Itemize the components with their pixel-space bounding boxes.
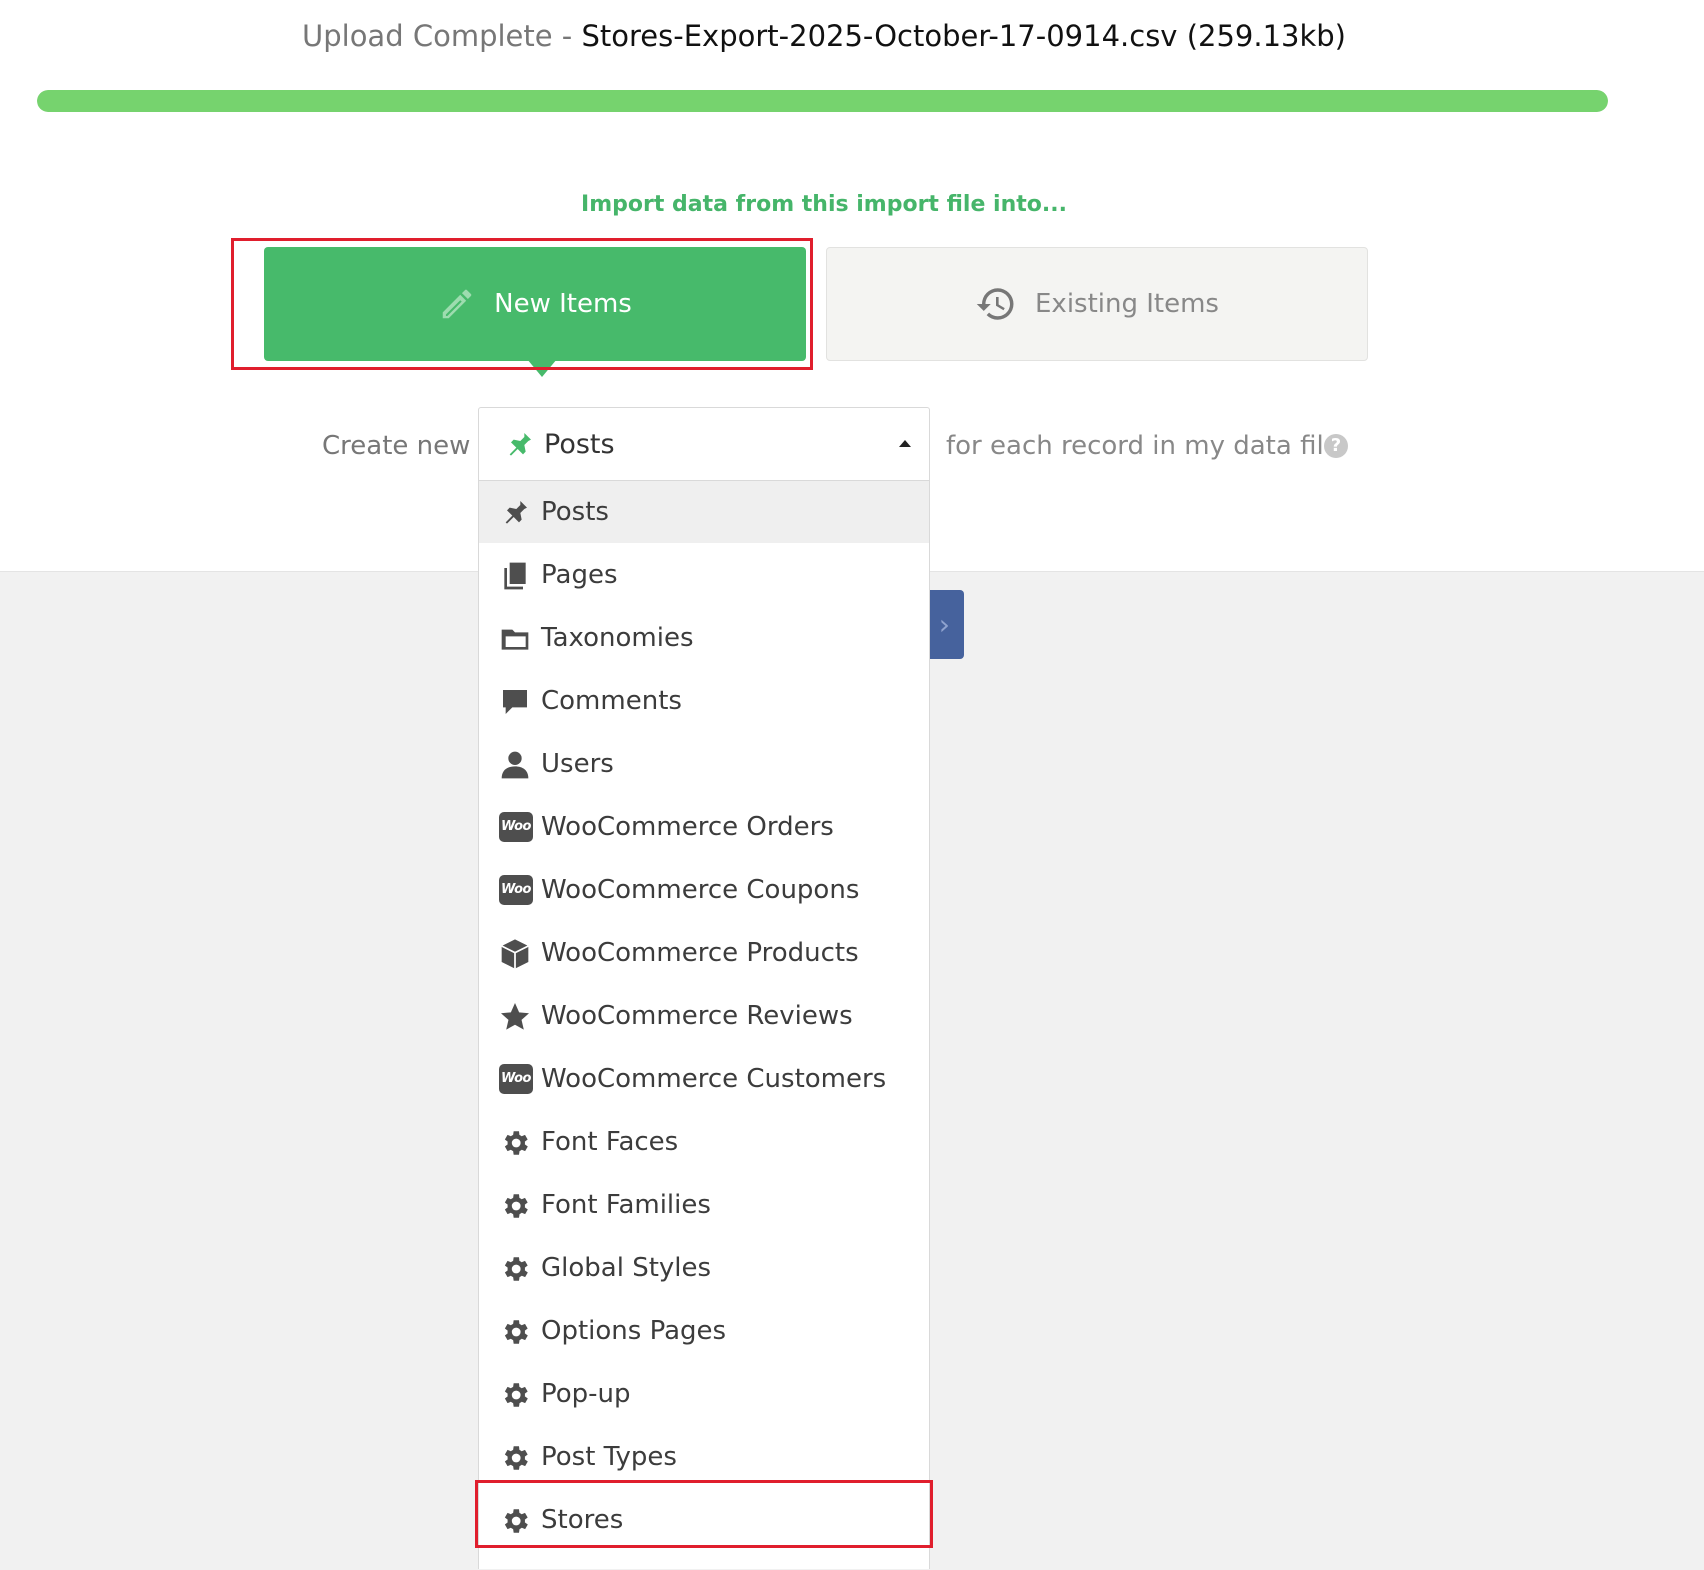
pin-icon	[509, 433, 531, 456]
dropdown-item-post-types[interactable]: Post Types	[479, 1426, 929, 1488]
dropdown-item-woocommerce-customers[interactable]: Woo WooCommerce Customers	[479, 1048, 929, 1110]
woo-icon: Woo	[499, 1064, 533, 1096]
post-type-selected: Posts	[544, 429, 615, 460]
highlight-box-new-items	[231, 238, 813, 370]
import-into-heading: Import data from this import file into..…	[581, 192, 1067, 217]
dropdown-item-label: Users	[541, 749, 614, 779]
dropdown-item-label: Comments	[541, 686, 682, 716]
dropdown-item-woocommerce-coupons[interactable]: Woo WooCommerce Coupons	[479, 859, 929, 921]
user-icon	[499, 749, 531, 781]
dropdown-item-label: WooCommerce Products	[541, 938, 859, 968]
upload-progress-bar	[37, 90, 1608, 112]
dropdown-item-taxonomies[interactable]: Taxonomies	[479, 1552, 929, 1569]
upload-progress-fill	[37, 90, 1608, 112]
folder-icon	[499, 623, 531, 655]
gear-icon	[499, 1379, 531, 1411]
upload-filename: Stores-Export-2025-October-17-0914.csv	[581, 19, 1178, 53]
woo-badge-text: Woo	[499, 875, 533, 905]
existing-items-label: Existing Items	[1035, 289, 1219, 319]
help-icon[interactable]: ?	[1324, 434, 1348, 458]
dropdown-item-woocommerce-products[interactable]: WooCommerce Products	[479, 922, 929, 984]
pin-icon	[499, 497, 531, 529]
gear-icon	[499, 1442, 531, 1474]
gear-icon	[499, 1316, 531, 1348]
dropdown-item-label: Global Styles	[541, 1253, 712, 1283]
dropdown-item-label: WooCommerce Coupons	[541, 875, 860, 905]
dropdown-item-font-faces[interactable]: Font Faces	[479, 1111, 929, 1173]
upload-separator: -	[552, 19, 582, 53]
create-new-label: Create new	[322, 431, 471, 461]
dropdown-item-taxonomies[interactable]: Taxonomies	[479, 607, 929, 669]
caret-up-icon[interactable]	[899, 440, 911, 447]
pages-icon	[499, 560, 531, 592]
dropdown-item-label: Font Faces	[541, 1127, 679, 1157]
gear-icon	[499, 1190, 531, 1222]
dropdown-item-comments[interactable]: Comments	[479, 670, 929, 732]
box-icon	[499, 938, 531, 970]
dropdown-item-global-styles[interactable]: Global Styles	[479, 1237, 929, 1299]
upload-status-line: Upload Complete - Stores-Export-2025-Oct…	[0, 16, 1648, 56]
gear-icon	[499, 1127, 531, 1159]
dropdown-item-options-pages[interactable]: Options Pages	[479, 1300, 929, 1362]
dropdown-item-label: Pop-up	[541, 1379, 631, 1409]
woo-badge-text: Woo	[499, 812, 533, 842]
dropdown-item-pages[interactable]: Pages	[479, 544, 929, 606]
for-each-record-label: for each record in my data file.	[946, 431, 1348, 461]
dropdown-item-label: Taxonomies	[541, 1564, 693, 1569]
post-type-select[interactable]: Posts	[478, 407, 930, 480]
dropdown-item-label: Options Pages	[541, 1316, 727, 1346]
upload-filesize: (259.13kb)	[1186, 19, 1346, 53]
dropdown-item-label: WooCommerce Orders	[541, 812, 834, 842]
dropdown-item-posts[interactable]: Posts	[479, 481, 929, 543]
dropdown-item-label: WooCommerce Reviews	[541, 1001, 853, 1031]
dropdown-item-woocommerce-orders[interactable]: Woo WooCommerce Orders	[479, 796, 929, 858]
dropdown-item-label: Post Types	[541, 1442, 677, 1472]
woo-icon: Woo	[499, 875, 533, 907]
dropdown-item-label: Posts	[541, 497, 609, 527]
star-icon	[499, 1001, 531, 1033]
post-type-dropdown-list: Posts Pages Taxonomies Comments Users Woo WooC…	[478, 480, 930, 1569]
dropdown-item-label: Font Families	[541, 1190, 711, 1220]
comment-icon	[499, 686, 531, 718]
existing-items-button[interactable]: Existing Items	[826, 247, 1368, 361]
dropdown-item-label: Pages	[541, 560, 618, 590]
gear-icon	[499, 1253, 531, 1285]
highlight-box-stores	[475, 1480, 933, 1548]
upload-status-text: Upload Complete	[302, 19, 553, 53]
dropdown-item-label: WooCommerce Customers	[541, 1064, 887, 1094]
dropdown-item-label: Taxonomies	[541, 623, 694, 653]
woo-icon: Woo	[499, 812, 533, 844]
dropdown-item-users[interactable]: Users	[479, 733, 929, 795]
dropdown-item-woocommerce-reviews[interactable]: WooCommerce Reviews	[479, 985, 929, 1047]
history-icon	[976, 288, 1014, 320]
dropdown-item-pop-up[interactable]: Pop-up	[479, 1363, 929, 1425]
dropdown-item-font-families[interactable]: Font Families	[479, 1174, 929, 1236]
woo-badge-text: Woo	[499, 1064, 533, 1094]
